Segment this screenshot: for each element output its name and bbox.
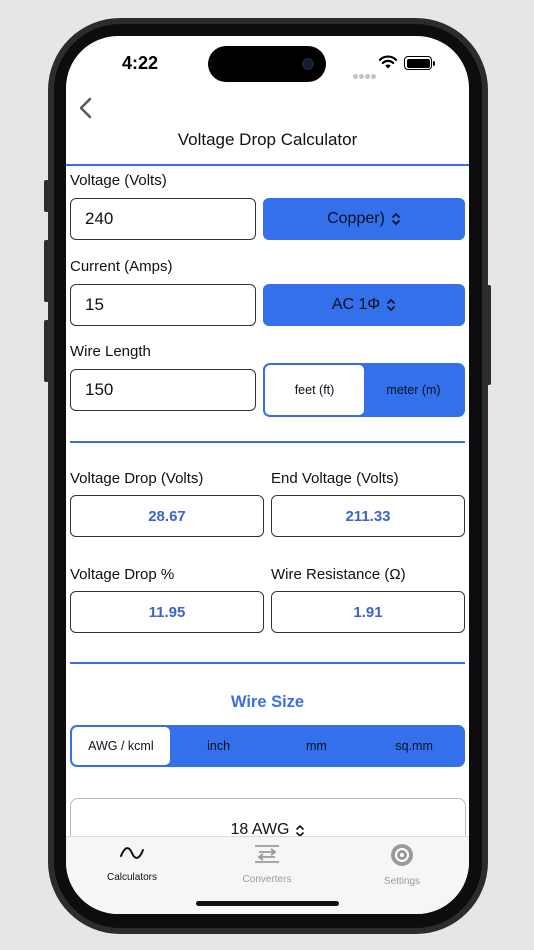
wifi-icon [378, 55, 398, 69]
camera-icon [302, 58, 314, 70]
segment-inch[interactable]: inch [170, 727, 268, 765]
volume-up-button [44, 240, 49, 302]
swap-arrows-icon [255, 845, 279, 863]
current-label: Current (Amps) [70, 258, 173, 275]
tab-settings[interactable]: Settings [347, 843, 457, 887]
volume-down-button [44, 320, 49, 382]
wire-length-label: Wire Length [70, 343, 151, 360]
segment-awg[interactable]: AWG / kcml [72, 727, 170, 765]
battery-icon [404, 56, 435, 70]
phase-picker[interactable]: AC 1Φ [263, 284, 465, 326]
end-voltage-value: 211.33 [271, 495, 465, 537]
voltage-drop-pct-label: Voltage Drop % [70, 566, 175, 583]
status-time: 4:22 [122, 53, 159, 73]
nav-divider [66, 164, 469, 166]
material-picker-label: Copper) [327, 210, 385, 227]
segment-feet[interactable]: feet (ft) [265, 365, 364, 415]
phase-picker-label: AC 1Φ [331, 296, 381, 313]
segment-meter[interactable]: meter (m) [364, 365, 463, 415]
voltage-input[interactable]: 240 [70, 198, 256, 240]
gear-circle-icon [391, 844, 413, 866]
length-unit-segmented-control[interactable]: feet (ft) meter (m) [263, 363, 465, 417]
dynamic-island [208, 46, 326, 82]
voltage-label: Voltage (Volts) [70, 172, 167, 189]
tab-calculators[interactable]: Calculators [77, 843, 187, 883]
wire-size-unit-segmented-control[interactable]: AWG / kcml inch mm sq.mm [70, 725, 465, 767]
end-voltage-label: End Voltage (Volts) [271, 470, 399, 487]
up-down-chevron-icon [387, 299, 395, 311]
cellular-signal-icon [353, 66, 377, 84]
tab-calculators-label: Calculators [106, 872, 158, 883]
wave-icon [120, 847, 144, 859]
voltage-drop-value: 28.67 [70, 495, 264, 537]
wire-resistance-label: Wire Resistance (Ω) [271, 566, 406, 583]
home-indicator [196, 901, 339, 906]
tab-settings-label: Settings [383, 876, 421, 887]
power-button [486, 285, 491, 385]
segment-sqmm[interactable]: sq.mm [365, 727, 463, 765]
page-title: Voltage Drop Calculator [177, 130, 358, 149]
back-chevron-icon[interactable] [76, 96, 96, 120]
app-screen: 4:22 Voltage Drop Calculator Voltage (Vo… [66, 36, 469, 914]
tab-converters-label: Converters [242, 874, 292, 885]
silent-switch [44, 180, 49, 212]
current-input[interactable]: 15 [70, 284, 256, 326]
wire-size-title: Wire Size [230, 693, 305, 711]
voltage-drop-pct-value: 11.95 [70, 591, 264, 633]
tab-converters[interactable]: Converters [212, 843, 322, 885]
inputs-divider [70, 441, 465, 443]
results-divider [70, 662, 465, 664]
segment-mm[interactable]: mm [268, 727, 366, 765]
material-picker[interactable]: Copper) [263, 198, 465, 240]
up-down-chevron-icon [392, 213, 400, 225]
status-bar: 4:22 [66, 36, 469, 90]
voltage-drop-label: Voltage Drop (Volts) [70, 470, 204, 487]
wire-resistance-value: 1.91 [271, 591, 465, 633]
wire-length-input[interactable]: 150 [70, 369, 256, 411]
